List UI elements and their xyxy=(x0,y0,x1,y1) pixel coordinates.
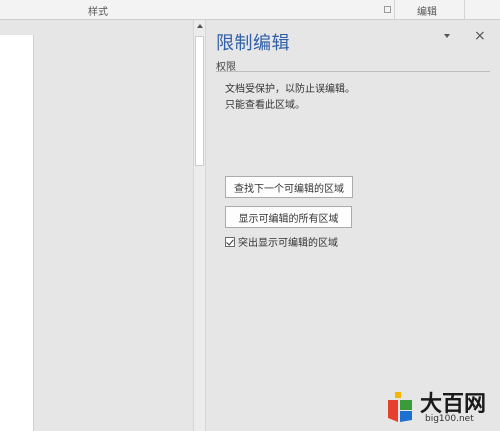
highlight-editable-regions-row[interactable]: 突出显示可编辑的区域 xyxy=(225,234,338,249)
ribbon-separator xyxy=(464,0,465,19)
watermark-url-text: big100.net xyxy=(425,414,474,424)
editing-group-label: 编辑 xyxy=(417,7,437,18)
styles-dialog-launcher-icon[interactable] xyxy=(384,6,391,13)
view-only-info-text: 只能查看此区域。 xyxy=(225,100,305,111)
vertical-scrollbar[interactable] xyxy=(193,20,206,431)
show-all-editable-regions-button[interactable]: 显示可编辑的所有区域 xyxy=(225,206,352,228)
styles-group-label: 样式 xyxy=(88,7,108,18)
document-page[interactable] xyxy=(0,35,34,431)
ribbon: 样式 编辑 xyxy=(0,0,500,20)
scroll-up-arrow-icon[interactable] xyxy=(197,24,203,28)
find-next-editable-region-button[interactable]: 查找下一个可编辑的区域 xyxy=(225,176,353,198)
restrict-editing-pane: 限制编辑 × 权限 文档受保护，以防止误编辑。 只能查看此区域。 查找下一个可编… xyxy=(206,20,500,431)
ribbon-separator xyxy=(394,0,395,19)
protection-info-text: 文档受保护，以防止误编辑。 xyxy=(225,84,355,95)
close-icon[interactable]: × xyxy=(474,28,486,44)
highlight-checkbox[interactable] xyxy=(225,236,235,247)
scrollbar-thumb[interactable] xyxy=(195,36,204,166)
watermark-logo-icon xyxy=(388,392,412,422)
section-divider xyxy=(216,71,490,72)
pane-title: 限制编辑 xyxy=(216,33,290,54)
highlight-checkbox-label: 突出显示可编辑的区域 xyxy=(238,238,338,249)
pane-options-chevron-down-icon[interactable] xyxy=(444,34,450,38)
